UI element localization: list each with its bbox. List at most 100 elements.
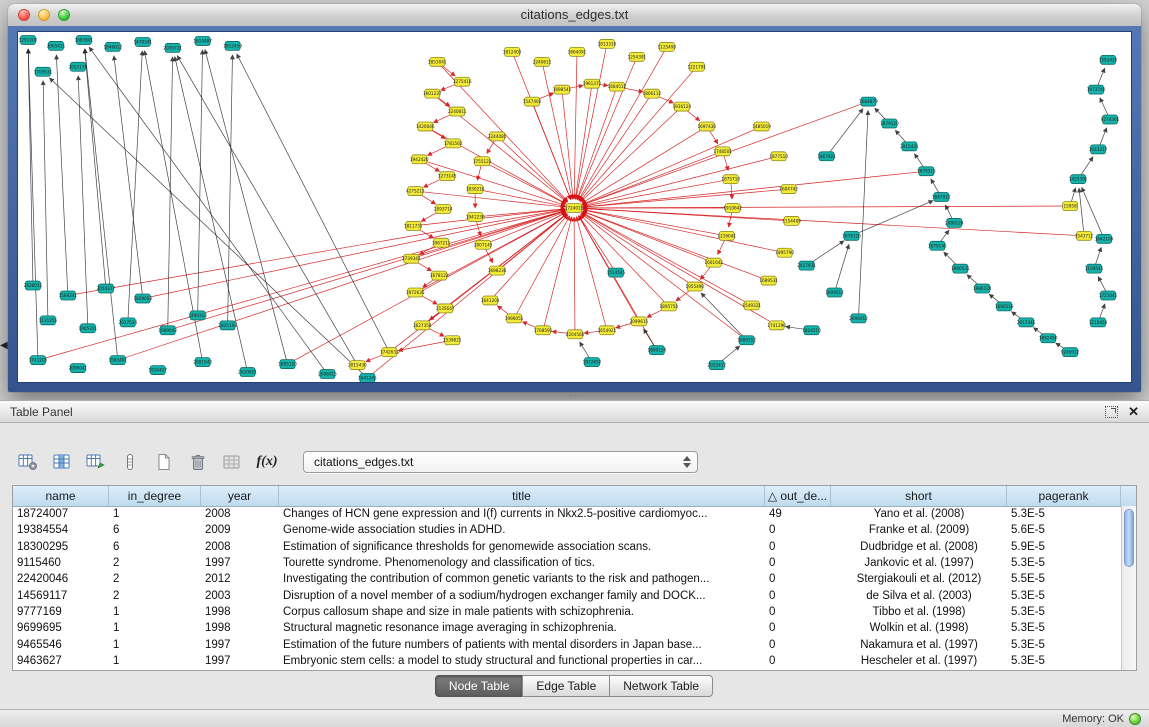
- network-canvas-area[interactable]: 1853041127541616012372240811142004617815…: [17, 31, 1132, 383]
- row-filter-button[interactable]: [116, 449, 143, 475]
- graph-node[interactable]: 1698541: [553, 85, 572, 94]
- graph-node[interactable]: 1221791: [687, 62, 706, 71]
- graph-edge[interactable]: [56, 55, 68, 296]
- graph-node[interactable]: 1972635: [406, 288, 425, 297]
- graph-edge[interactable]: [835, 244, 849, 292]
- graph-node[interactable]: 1812403: [503, 47, 522, 56]
- graph-node[interactable]: 2053176: [69, 62, 88, 71]
- graph-edge[interactable]: [85, 49, 106, 289]
- graph-node[interactable]: 1689312: [737, 336, 756, 345]
- table-row[interactable]: 1830029562008Estimation of significance …: [13, 539, 1121, 555]
- edit-table-button[interactable]: [82, 449, 109, 475]
- graph-node[interactable]: 1910427: [148, 366, 167, 375]
- graph-node[interactable]: 1679145: [928, 241, 947, 250]
- graph-node[interactable]: 1470341: [133, 37, 152, 46]
- graph-node[interactable]: 1690518: [995, 302, 1014, 311]
- graph-node[interactable]: 1741290: [767, 321, 786, 330]
- column-header-title[interactable]: title: [279, 486, 765, 506]
- graph-node[interactable]: 1216041: [717, 231, 736, 240]
- close-panel-icon[interactable]: ✕: [1128, 406, 1139, 418]
- graph-node[interactable]: 1627354: [413, 321, 432, 330]
- graph-edge[interactable]: [583, 171, 926, 207]
- graph-node[interactable]: 1610487: [193, 36, 212, 45]
- graph-edge[interactable]: [28, 49, 38, 360]
- table-row[interactable]: 1456911722003Disruption of a novel membe…: [13, 587, 1121, 603]
- graph-node[interactable]: 1601642: [704, 258, 723, 267]
- tab-edge-table[interactable]: Edge Table: [522, 675, 610, 697]
- graph-node[interactable]: 1549321: [742, 301, 761, 310]
- graph-node[interactable]: 1853041: [428, 57, 447, 66]
- graph-node[interactable]: 1867912: [932, 193, 951, 202]
- graph-node[interactable]: 1485019: [752, 122, 771, 131]
- graph-node[interactable]: 2204560: [566, 330, 585, 339]
- graph-node[interactable]: 1890531: [951, 264, 970, 273]
- graph-node[interactable]: 1879120: [880, 119, 899, 128]
- graph-node[interactable]: 2017931: [797, 261, 816, 270]
- graph-node[interactable]: 1806112: [643, 89, 662, 98]
- table-row[interactable]: 1938455462009Genome-wide association stu…: [13, 522, 1121, 538]
- graph-node[interactable]: 1739342: [402, 254, 421, 263]
- graph-node[interactable]: 1654921: [598, 326, 617, 335]
- column-header-in_degree[interactable]: in_degree: [109, 486, 201, 506]
- graph-node[interactable]: 1641203: [481, 296, 500, 305]
- graph-node[interactable]: 1591420: [1099, 55, 1118, 64]
- graph-edge[interactable]: [579, 94, 652, 201]
- graph-node[interactable]: 2626051: [24, 281, 43, 290]
- graph-edge[interactable]: [49, 78, 367, 378]
- column-header-short[interactable]: short: [831, 486, 1007, 506]
- table-row[interactable]: 1872400712008Changes of HCN gene express…: [13, 506, 1121, 522]
- graph-edge[interactable]: [574, 52, 577, 199]
- new-column-button[interactable]: [150, 449, 177, 475]
- graph-node[interactable]: 1689042: [158, 326, 177, 335]
- table-scrollbar[interactable]: [1121, 506, 1136, 670]
- graph-node[interactable]: 1420046: [416, 122, 435, 131]
- graph-node[interactable]: 1972450: [583, 358, 602, 367]
- graph-node[interactable]: 1830214: [466, 185, 485, 194]
- graph-edge[interactable]: [580, 214, 669, 306]
- graph-node[interactable]: 1825193: [218, 321, 237, 330]
- graph-node[interactable]: 1846012: [104, 42, 123, 51]
- graph-node[interactable]: 1210453: [1089, 318, 1108, 327]
- graph-edge[interactable]: [228, 55, 233, 325]
- graph-node[interactable]: 1996051: [505, 314, 524, 323]
- float-panel-icon[interactable]: [1105, 406, 1118, 418]
- graph-node[interactable]: 1986124: [973, 284, 992, 293]
- graph-node[interactable]: 1755123: [473, 157, 492, 166]
- graph-node[interactable]: 1539821: [443, 336, 462, 345]
- graph-node[interactable]: 1664879: [859, 97, 878, 106]
- delete-column-button[interactable]: [184, 449, 211, 475]
- collapse-panel-arrow-icon[interactable]: ◀: [0, 340, 8, 351]
- graph-node[interactable]: 1514545: [607, 268, 626, 277]
- graph-node[interactable]: 1490312: [188, 311, 207, 320]
- graph-node[interactable]: 1273145: [438, 172, 457, 181]
- close-window-button[interactable]: [18, 9, 30, 21]
- network-window-titlebar[interactable]: citations_edges.txt: [8, 4, 1141, 27]
- graph-node[interactable]: 2015430: [348, 361, 367, 370]
- graph-node[interactable]: 2240611: [533, 57, 552, 66]
- graph-edge[interactable]: [497, 136, 567, 201]
- graph-edge[interactable]: [543, 217, 572, 331]
- graph-node[interactable]: 1936124: [672, 102, 691, 111]
- graph-node[interactable]: 2096041: [69, 364, 88, 373]
- graph-node[interactable]: 1941230: [466, 212, 485, 221]
- panel-divider[interactable]: [0, 392, 1149, 400]
- graph-edge[interactable]: [574, 217, 575, 334]
- table-selector-combobox[interactable]: citations_edges.txt: [303, 451, 698, 473]
- graph-node[interactable]: 2244081: [488, 132, 507, 141]
- graph-node[interactable]: 2089124: [945, 218, 964, 227]
- graph-node[interactable]: 2096012: [849, 314, 868, 323]
- graph-edge[interactable]: [858, 111, 868, 319]
- graph-edge[interactable]: [583, 210, 785, 253]
- graph-edge[interactable]: [577, 87, 617, 200]
- graph-node[interactable]: 1709531: [34, 67, 53, 76]
- graph-node[interactable]: 1254391: [628, 52, 647, 61]
- graph-node[interactable]: 4275212: [406, 187, 425, 196]
- graph-node[interactable]: 1697430: [697, 122, 716, 131]
- column-header-year[interactable]: year: [201, 486, 279, 506]
- table-row[interactable]: 946554611997Estimation of the future num…: [13, 636, 1121, 652]
- graph-edge[interactable]: [38, 210, 565, 360]
- graph-node[interactable]: 1812459: [223, 41, 242, 50]
- graph-node[interactable]: 1131256: [39, 316, 58, 325]
- graph-edge[interactable]: [78, 76, 88, 329]
- graph-edge[interactable]: [582, 126, 761, 204]
